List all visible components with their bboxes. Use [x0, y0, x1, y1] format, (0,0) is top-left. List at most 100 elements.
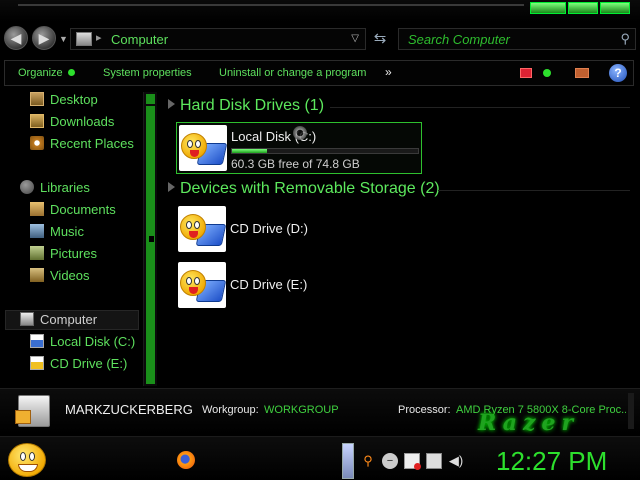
sidebar-item-pictures[interactable]: Pictures [30, 246, 97, 264]
refresh-button[interactable]: ⇆ [371, 30, 389, 48]
workgroup-label: Workgroup: [202, 404, 259, 416]
address-dropdown-icon[interactable]: ▽ [351, 33, 359, 44]
recent-places-icon [30, 136, 44, 150]
breadcrumb-separator-icon[interactable]: ▸ [96, 31, 102, 44]
search-icon[interactable]: ⚲ [360, 453, 376, 469]
help-icon[interactable]: ? [609, 64, 627, 82]
cd-drive-icon [178, 262, 226, 308]
expand-arrow-icon [168, 99, 175, 109]
breadcrumb-computer[interactable]: Computer [111, 32, 168, 47]
preview-pane-icon[interactable] [575, 68, 589, 78]
sidebar-item-label: Documents [50, 202, 116, 217]
videos-icon [30, 268, 44, 282]
disk-usage-fill [232, 149, 268, 153]
address-bar[interactable]: ▸ Computer ▽ [70, 28, 366, 50]
back-button[interactable]: ◀ [4, 26, 28, 50]
window-title-bar[interactable] [0, 0, 640, 22]
computer-icon [20, 312, 34, 326]
volume-icon[interactable]: ◀) [448, 453, 464, 469]
sidebar-item-local-disk[interactable]: Local Disk (C:) [30, 334, 135, 352]
sidebar-item-label: Music [50, 224, 84, 239]
sidebar-item-label: Downloads [50, 114, 115, 129]
minimize-all-icon[interactable]: − [382, 453, 398, 469]
firefox-icon[interactable] [177, 451, 195, 469]
sidebar-item-videos[interactable]: Videos [30, 268, 90, 286]
sidebar-item-label: CD Drive (E:) [50, 356, 128, 371]
smiley-icon [180, 270, 206, 296]
libraries-icon [20, 180, 34, 194]
taskbar-clock[interactable]: 12:27 PM [496, 446, 607, 477]
organize-menu[interactable]: Organize [18, 67, 75, 79]
pictures-icon [30, 246, 44, 260]
start-button[interactable] [8, 443, 46, 477]
action-center-icon[interactable] [404, 453, 421, 470]
sidebar-item-label: Computer [40, 312, 98, 327]
sidebar-item-cd-drive[interactable]: CD Drive (E:) [30, 356, 127, 374]
view-options-dot-icon[interactable] [543, 69, 551, 77]
organize-label: Organize [18, 67, 63, 79]
navigation-pane: Desktop Downloads Recent Places Librarie… [0, 88, 158, 386]
sidebar-item-documents[interactable]: Documents [30, 202, 116, 220]
scroll-thumb[interactable] [146, 106, 155, 378]
recent-pages-dropdown[interactable]: ▼ [59, 34, 68, 44]
drive-free-space: 60.3 GB free of 74.8 GB [231, 157, 360, 171]
documents-icon [30, 202, 44, 216]
drive-tile-cd-e[interactable]: CD Drive (E:) [176, 260, 422, 312]
maximize-button[interactable] [568, 2, 598, 14]
group-header-hard-disk[interactable]: Hard Disk Drives (1) [168, 97, 324, 115]
computer-icon [76, 32, 92, 46]
search-placeholder: Search Computer [408, 32, 510, 47]
desktop-icon [30, 92, 44, 106]
title-bar-line [18, 4, 524, 6]
downloads-icon [30, 114, 44, 128]
computer-icon [15, 395, 50, 427]
group-divider [330, 107, 630, 108]
group-divider [438, 190, 630, 191]
change-view-icon[interactable] [520, 68, 532, 78]
search-icon[interactable]: ⚲ [620, 31, 630, 47]
window-controls [530, 2, 630, 14]
group-header-removable[interactable]: Devices with Removable Storage (2) [168, 180, 440, 198]
sidebar-item-recent-places[interactable]: Recent Places [30, 136, 134, 154]
hard-disk-icon [179, 125, 227, 171]
address-row: ◀ ▶ ▼ ▸ Computer ▽ ⇆ Search Computer ⚲ [0, 24, 640, 54]
dropdown-dot-icon [67, 69, 75, 76]
minimize-button[interactable] [530, 2, 566, 14]
scroll-grip-icon [149, 236, 154, 242]
network-icon[interactable] [426, 453, 442, 469]
file-list-pane: Hard Disk Drives (1) Local Disk (C:) 60.… [162, 88, 638, 386]
sidebar-item-libraries[interactable]: Libraries [20, 180, 90, 198]
workgroup-value: WORKGROUP [264, 404, 339, 416]
forward-button[interactable]: ▶ [32, 26, 56, 50]
smiley-icon [180, 214, 206, 240]
busy-cursor-icon [293, 126, 307, 140]
drive-name: CD Drive (E:) [230, 277, 308, 292]
sidebar-item-label: Local Disk (C:) [50, 334, 136, 349]
sidebar-item-desktop[interactable]: Desktop [30, 92, 98, 110]
sidebar-item-downloads[interactable]: Downloads [30, 114, 114, 132]
more-commands-button[interactable]: » [385, 65, 392, 79]
hard-disk-icon [30, 334, 44, 348]
scroll-up-button[interactable] [146, 94, 155, 104]
scroll-down-button[interactable] [146, 374, 155, 384]
sidebar-item-label: Desktop [50, 92, 98, 107]
group-header-label: Hard Disk Drives (1) [180, 97, 325, 114]
sidebar-item-label: Recent Places [50, 136, 134, 151]
sidebar-item-music[interactable]: Music [30, 224, 84, 242]
details-pane: MARKZUCKERBERG Workgroup: WORKGROUP Proc… [0, 388, 640, 436]
expand-arrow-icon [168, 182, 175, 192]
uninstall-program-button[interactable]: Uninstall or change a program [219, 67, 366, 79]
sidebar-item-label: Libraries [40, 180, 90, 195]
sidebar-item-label: Videos [50, 268, 90, 283]
smiley-icon [181, 133, 207, 159]
command-bar: Organize System properties Uninstall or … [4, 60, 634, 86]
search-input[interactable]: Search Computer ⚲ [398, 28, 636, 50]
close-button[interactable] [600, 2, 630, 14]
tray-overflow-button[interactable] [342, 443, 354, 479]
details-scrollbar[interactable] [628, 393, 634, 429]
system-properties-button[interactable]: System properties [103, 67, 192, 79]
drive-tile-cd-d[interactable]: CD Drive (D:) [176, 204, 422, 256]
razer-logo: Razer [478, 410, 580, 436]
sidebar-item-computer[interactable]: Computer [20, 312, 97, 330]
sidebar-scrollbar[interactable] [143, 92, 157, 386]
